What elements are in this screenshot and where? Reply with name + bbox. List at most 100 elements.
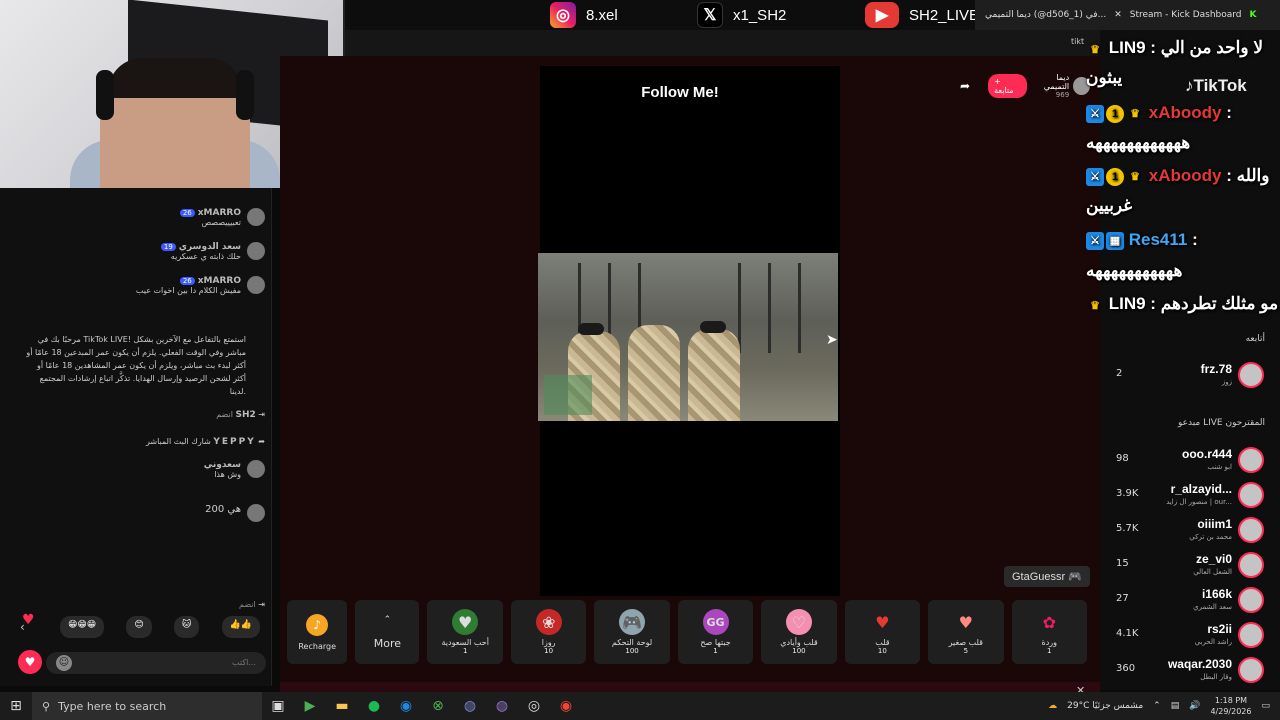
more-gifts-button[interactable]: ⌃ More [355,600,420,664]
game-tag[interactable]: GtaGuessr 🎮 [1004,566,1090,587]
browser-tab-kick[interactable]: Stream - Kick Dashboard [1130,10,1242,20]
recharge-button[interactable]: ♪ Recharge [287,600,348,664]
chat-username[interactable]: xMARRO [198,276,241,286]
gift-price: 5 [963,647,969,655]
gift-rose[interactable]: ✿ وردة 1 [1011,600,1087,664]
reaction-button[interactable]: 😁😁😁 [60,616,105,638]
gift-heart-hands[interactable]: ♡ قلب وأيادي 100 [761,600,837,664]
chat-username[interactable]: سعد الدوسري [179,242,241,252]
network-icon[interactable]: ▤ [1171,701,1180,711]
join-icon: ⇥ [258,410,265,419]
gift-gg[interactable]: GG جبتها صح 1 [677,600,754,664]
overlay-chat-line: ⚔ ▦ Res411 : [1086,230,1280,250]
xbox-icon[interactable]: ⊗ [422,698,454,714]
overlay-username: LIN9 [1108,38,1146,57]
close-tab-icon[interactable]: ✕ [1114,10,1122,20]
taskbar-clock[interactable]: 1:18 PM 4/29/2026 [1210,695,1251,717]
chat-username[interactable]: سعدوني [10,460,241,470]
obs-icon[interactable]: ◎ [518,698,550,714]
task-view-icon[interactable]: ▣ [262,698,294,714]
level-badge: 26 [179,209,195,217]
notification-icon[interactable]: ▭ [1261,701,1270,711]
overlay-chat-line: يبثون [1086,68,1280,88]
tray-chevron-icon[interactable]: ⌃ [1153,701,1161,711]
streamer-likes: 969 [1055,91,1070,99]
crown-icon: ♛ [1090,300,1100,312]
gift-price: 100 [625,647,639,655]
volume-icon[interactable]: 🔊 [1189,701,1200,711]
suggested-item[interactable]: 27 i166k سعد الشمري [1116,585,1266,615]
avatar [1238,517,1264,543]
overlay-text: غربيين [1086,196,1133,215]
chrome-icon[interactable]: ◉ [550,698,582,714]
overlay-title: Follow Me! [641,84,719,101]
gift-price: 1 [462,647,468,655]
creator-nickname: سعد الشمري [1193,603,1232,611]
join-text: انضم [239,600,256,609]
follow-button[interactable]: + متابعة [988,74,1027,98]
gift-price: 10 [877,647,887,655]
youtube-link: ▶ SH2_LIVE [865,0,979,30]
creator-name: i166k [1201,587,1232,601]
youtube-handle: SH2_LIVE [909,6,980,24]
emoji-icon[interactable]: ☺ [56,655,72,671]
browser-tab-tiktok[interactable]: ديما التميمي (@d506_1) في... [985,10,1106,20]
finger-heart-icon: ♥ [958,612,973,632]
gift-price: 100 [792,647,806,655]
reaction-button[interactable]: 🐱 [173,616,200,638]
level-badge: 19 [160,243,176,251]
folder-icon[interactable]: ▬ [326,698,358,714]
share-icon[interactable]: ➦ [960,79,970,93]
gift-small-heart[interactable]: ♥ قلب صغير 5 [928,600,1004,664]
weather-text[interactable]: 29°C مشمس جزئيًا [1067,701,1143,711]
following-item[interactable]: 2 frz.78 زوز [1116,360,1266,390]
welcome-message: مرحبًا بك في TikTok LIVE! استمتع بالتفاع… [26,335,246,396]
gift-love-saudi[interactable]: ♥ أحب السعودية 1 [427,600,503,664]
suggested-item[interactable]: 3.9K r_alzayid... منصور ال زايد | our... [1116,480,1266,510]
share-text: شارك البث المباشر [145,437,211,446]
reaction-button[interactable]: 😊 [126,616,152,638]
join-username[interactable]: SH2 [235,410,255,420]
avatar [1238,552,1264,578]
creator-nickname: زوز [1221,378,1232,386]
suggested-item[interactable]: 98 ooo.r444 ابو شنب [1116,445,1266,475]
edge-icon[interactable]: ◉ [390,698,422,714]
overlay-text: لا واحد من الي [1160,38,1264,57]
chat-input[interactable]: اكتب... [46,652,266,674]
gift-controller[interactable]: 🎮 لوحة التحكم 100 [594,600,670,664]
streamer-header: ➦ + متابعة ديما التميمي 969 [960,73,1090,99]
reaction-button[interactable]: 👍👍 [221,616,260,638]
app-icon[interactable]: ◍ [486,698,518,714]
overlay-chat-line: ⚔ 1 ♛ xAboody : والله [1086,166,1280,186]
suggested-item[interactable]: 15 ze_vi0 الشعل العالي [1116,550,1266,580]
gift-rosa[interactable]: ❀ روزا 10 [510,600,587,664]
chat-username[interactable]: xMARRO [198,208,241,218]
discord-icon[interactable]: ◍ [454,698,486,714]
heart-icon: ♥ [875,612,890,632]
creator-name: rs2ii [1207,622,1232,636]
spotify-icon[interactable]: ● [358,698,390,714]
play-store-icon[interactable]: ▶ [294,698,326,714]
chat-message: 19 سعد الدوسري حلك ذابته ي عسكريه [10,242,265,270]
gift-price: 1 [1047,647,1052,655]
like-button[interactable]: ♥ [18,650,42,674]
avatar [1238,447,1264,473]
bottom-strip [280,682,1100,692]
suggested-item[interactable]: 4.1K rs2ii راشد الحربي [1116,620,1266,650]
gift-heart[interactable]: ♥ قلب 10 [844,600,921,664]
join-message: انضم SH2 ⇥ [10,410,265,420]
suggested-item[interactable]: 5.7K oiiim1 محمد بن تركي [1116,515,1266,545]
more-label: More [373,636,402,650]
instagram-link: ◎ 8.xel [550,0,618,30]
gift-name: قلب صغير [948,638,983,647]
viewer-count: 15 [1116,558,1129,569]
taskbar-search[interactable]: ⚲ Type here to search [32,692,262,720]
suggested-item[interactable]: 360 waqar.2030 وقار البطل [1116,655,1266,685]
chat-text: مفيش الكلام دا بين اخوات عيب [135,286,241,295]
saudi-heart-icon: ♥ [452,609,479,635]
level-badge: 26 [179,277,195,285]
windows-start-icon[interactable]: ⊞ [0,698,32,714]
overlay-text: والله [1236,166,1270,185]
instagram-handle: 8.xel [586,6,618,24]
share-username[interactable]: YEPPY [213,437,255,447]
